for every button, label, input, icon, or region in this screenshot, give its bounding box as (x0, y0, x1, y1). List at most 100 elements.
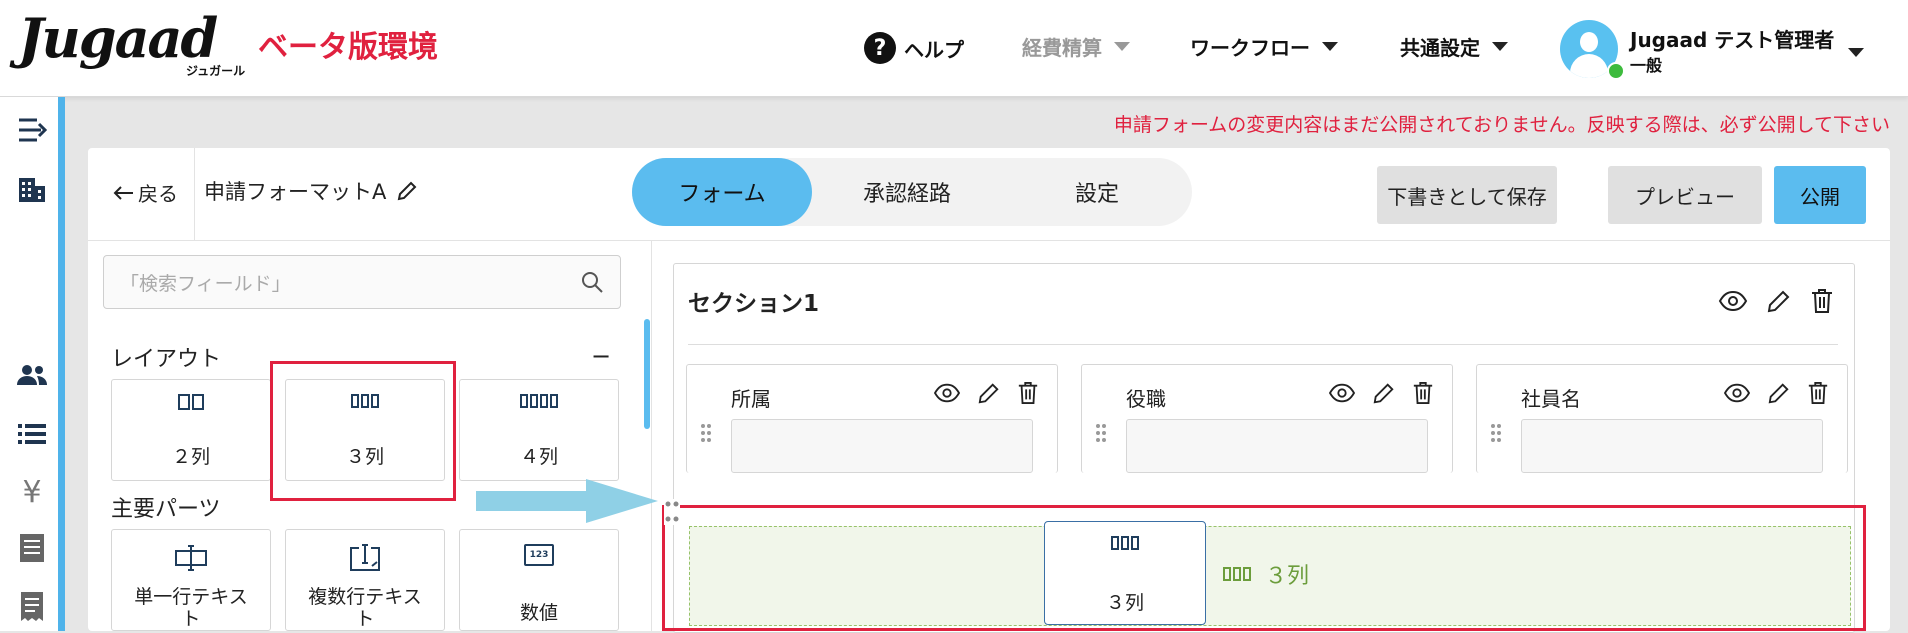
editor-header: 戻る 申請フォーマットA フォーム 承認経路 設定 下書きとして保存 プレビュー… (88, 148, 1890, 241)
chevron-down-icon (1322, 42, 1338, 51)
form-title: 申請フォーマットA (204, 176, 418, 206)
nav-workflow-label: ワークフロー (1190, 36, 1310, 60)
help-link[interactable]: ? ヘルプ (864, 32, 964, 64)
field-employee-name[interactable]: 社員名 (1476, 364, 1848, 473)
nav-expense-label: 経費精算 (1022, 36, 1102, 60)
drag-handle-icon[interactable] (664, 499, 680, 525)
two-columns-icon (178, 394, 204, 410)
field-label: 役職 (1126, 387, 1166, 411)
collapse-layout-button[interactable]: − (591, 342, 611, 370)
part-single-line-text[interactable]: 単一行テキス ト (111, 529, 271, 631)
number-icon: 123 (524, 544, 554, 566)
eye-icon[interactable] (1718, 288, 1748, 314)
palette-scrollbar[interactable] (644, 319, 650, 429)
users-icon[interactable] (15, 360, 49, 390)
nav-common-settings[interactable]: 共通設定 (1400, 32, 1508, 61)
help-label: ヘルプ (904, 37, 964, 62)
section-actions (1718, 288, 1834, 314)
field-department[interactable]: 所属 (686, 364, 1058, 473)
trash-icon[interactable] (1017, 381, 1039, 405)
back-label: 戻る (138, 182, 178, 206)
field-label: 所属 (731, 387, 771, 411)
drag-direction-arrow-icon (476, 479, 658, 523)
four-columns-icon (520, 394, 558, 408)
field-position[interactable]: 役職 (1081, 364, 1453, 473)
chevron-down-icon (1114, 42, 1130, 51)
trash-icon[interactable] (1412, 381, 1434, 405)
parts-group-title: 主要パーツ (111, 497, 221, 522)
publish-button[interactable]: 公開 (1774, 166, 1866, 224)
field-input-preview (731, 419, 1033, 473)
tab-form[interactable]: フォーム (632, 158, 812, 226)
tab-approval-route[interactable]: 承認経路 (812, 158, 1002, 226)
edit-title-icon[interactable] (396, 180, 418, 202)
highlight-box (662, 505, 1866, 631)
trash-icon[interactable] (1810, 288, 1834, 314)
list-icon[interactable] (15, 419, 49, 449)
edit-icon[interactable] (977, 381, 1001, 405)
nav-workflow[interactable]: ワークフロー (1190, 32, 1338, 61)
user-role: 一般 (1630, 56, 1663, 75)
layout-4-columns[interactable]: ４列 (459, 379, 619, 481)
divider (688, 344, 1838, 345)
section-title: セクション1 (688, 291, 820, 317)
logo-text: Jugaad (18, 6, 218, 70)
edit-icon[interactable] (1372, 381, 1396, 405)
building-icon[interactable] (15, 175, 49, 205)
nav-expense[interactable]: 経費精算 (1022, 32, 1130, 61)
form-name: 申請フォーマットA (204, 180, 387, 204)
field-palette: 「検索フィールド」 レイアウト − ２列 ３列 ４列 主要パーツ 単一行テキス … (88, 241, 652, 631)
part-number[interactable]: 123 数値 (459, 529, 619, 631)
receipt-icon[interactable] (15, 591, 49, 621)
field-input-preview (1521, 419, 1823, 473)
logo-subtext: ジュガール (186, 64, 246, 78)
trash-icon[interactable] (1807, 381, 1829, 405)
save-draft-button[interactable]: 下書きとして保存 (1377, 166, 1557, 224)
layout-4-columns-label: ４列 (519, 446, 558, 468)
single-line-text-icon (175, 545, 207, 571)
layout-2-columns[interactable]: ２列 (111, 379, 271, 481)
help-icon: ? (864, 32, 896, 64)
user-menu-chevron-icon[interactable] (1848, 42, 1864, 61)
left-rail: ¥ (0, 97, 58, 631)
part-multi-line-text[interactable]: 複数行テキス ト (285, 529, 445, 631)
arrow-left-icon (113, 185, 133, 200)
search-placeholder: 「検索フィールド」 (120, 272, 291, 295)
part-single-line-text-label: 単一行テキス ト (134, 586, 248, 630)
editor-tabs: フォーム 承認経路 設定 (632, 158, 1192, 226)
eye-icon[interactable] (1328, 381, 1356, 405)
highlight-box (270, 361, 456, 501)
multi-line-text-icon (350, 544, 380, 571)
search-icon[interactable] (580, 270, 604, 294)
document-icon[interactable] (15, 533, 49, 563)
field-input-preview (1126, 419, 1428, 473)
drag-handle-icon[interactable] (1096, 423, 1106, 443)
menu-expand-icon[interactable] (15, 115, 49, 145)
online-status-icon (1607, 62, 1625, 80)
rail-active-indicator (58, 97, 65, 631)
yen-icon[interactable]: ¥ (15, 475, 49, 510)
layout-group-title: レイアウト (111, 347, 222, 372)
divider (194, 148, 195, 240)
drag-handle-icon[interactable] (701, 423, 711, 443)
unpublished-notice: 申請フォームの変更内容はまだ公開されておりません。反映する際は、必ず公開して下さ… (1113, 114, 1890, 136)
field-label: 社員名 (1521, 387, 1581, 411)
top-bar: Jugaad ジュガール ベータ版環境 ? ヘルプ 経費精算 ワークフロー 共通… (0, 0, 1908, 97)
edit-icon[interactable] (1766, 288, 1792, 314)
back-button[interactable]: 戻る (112, 178, 178, 207)
preview-button[interactable]: プレビュー (1608, 166, 1762, 224)
nav-common-settings-label: 共通設定 (1400, 36, 1480, 60)
environment-label: ベータ版環境 (258, 30, 438, 65)
user-name[interactable]: Jugaad テスト管理者 (1630, 24, 1834, 53)
edit-icon[interactable] (1767, 381, 1791, 405)
eye-icon[interactable] (933, 381, 961, 405)
drag-handle-icon[interactable] (1491, 423, 1501, 443)
tab-settings[interactable]: 設定 (1002, 158, 1192, 226)
app-logo[interactable]: Jugaad ジュガール (18, 6, 245, 78)
search-input[interactable]: 「検索フィールド」 (103, 255, 621, 309)
chevron-down-icon (1492, 42, 1508, 51)
layout-2-columns-label: ２列 (171, 446, 210, 468)
eye-icon[interactable] (1723, 381, 1751, 405)
part-multi-line-text-label: 複数行テキス ト (308, 586, 422, 630)
part-number-label: 数値 (519, 602, 558, 624)
